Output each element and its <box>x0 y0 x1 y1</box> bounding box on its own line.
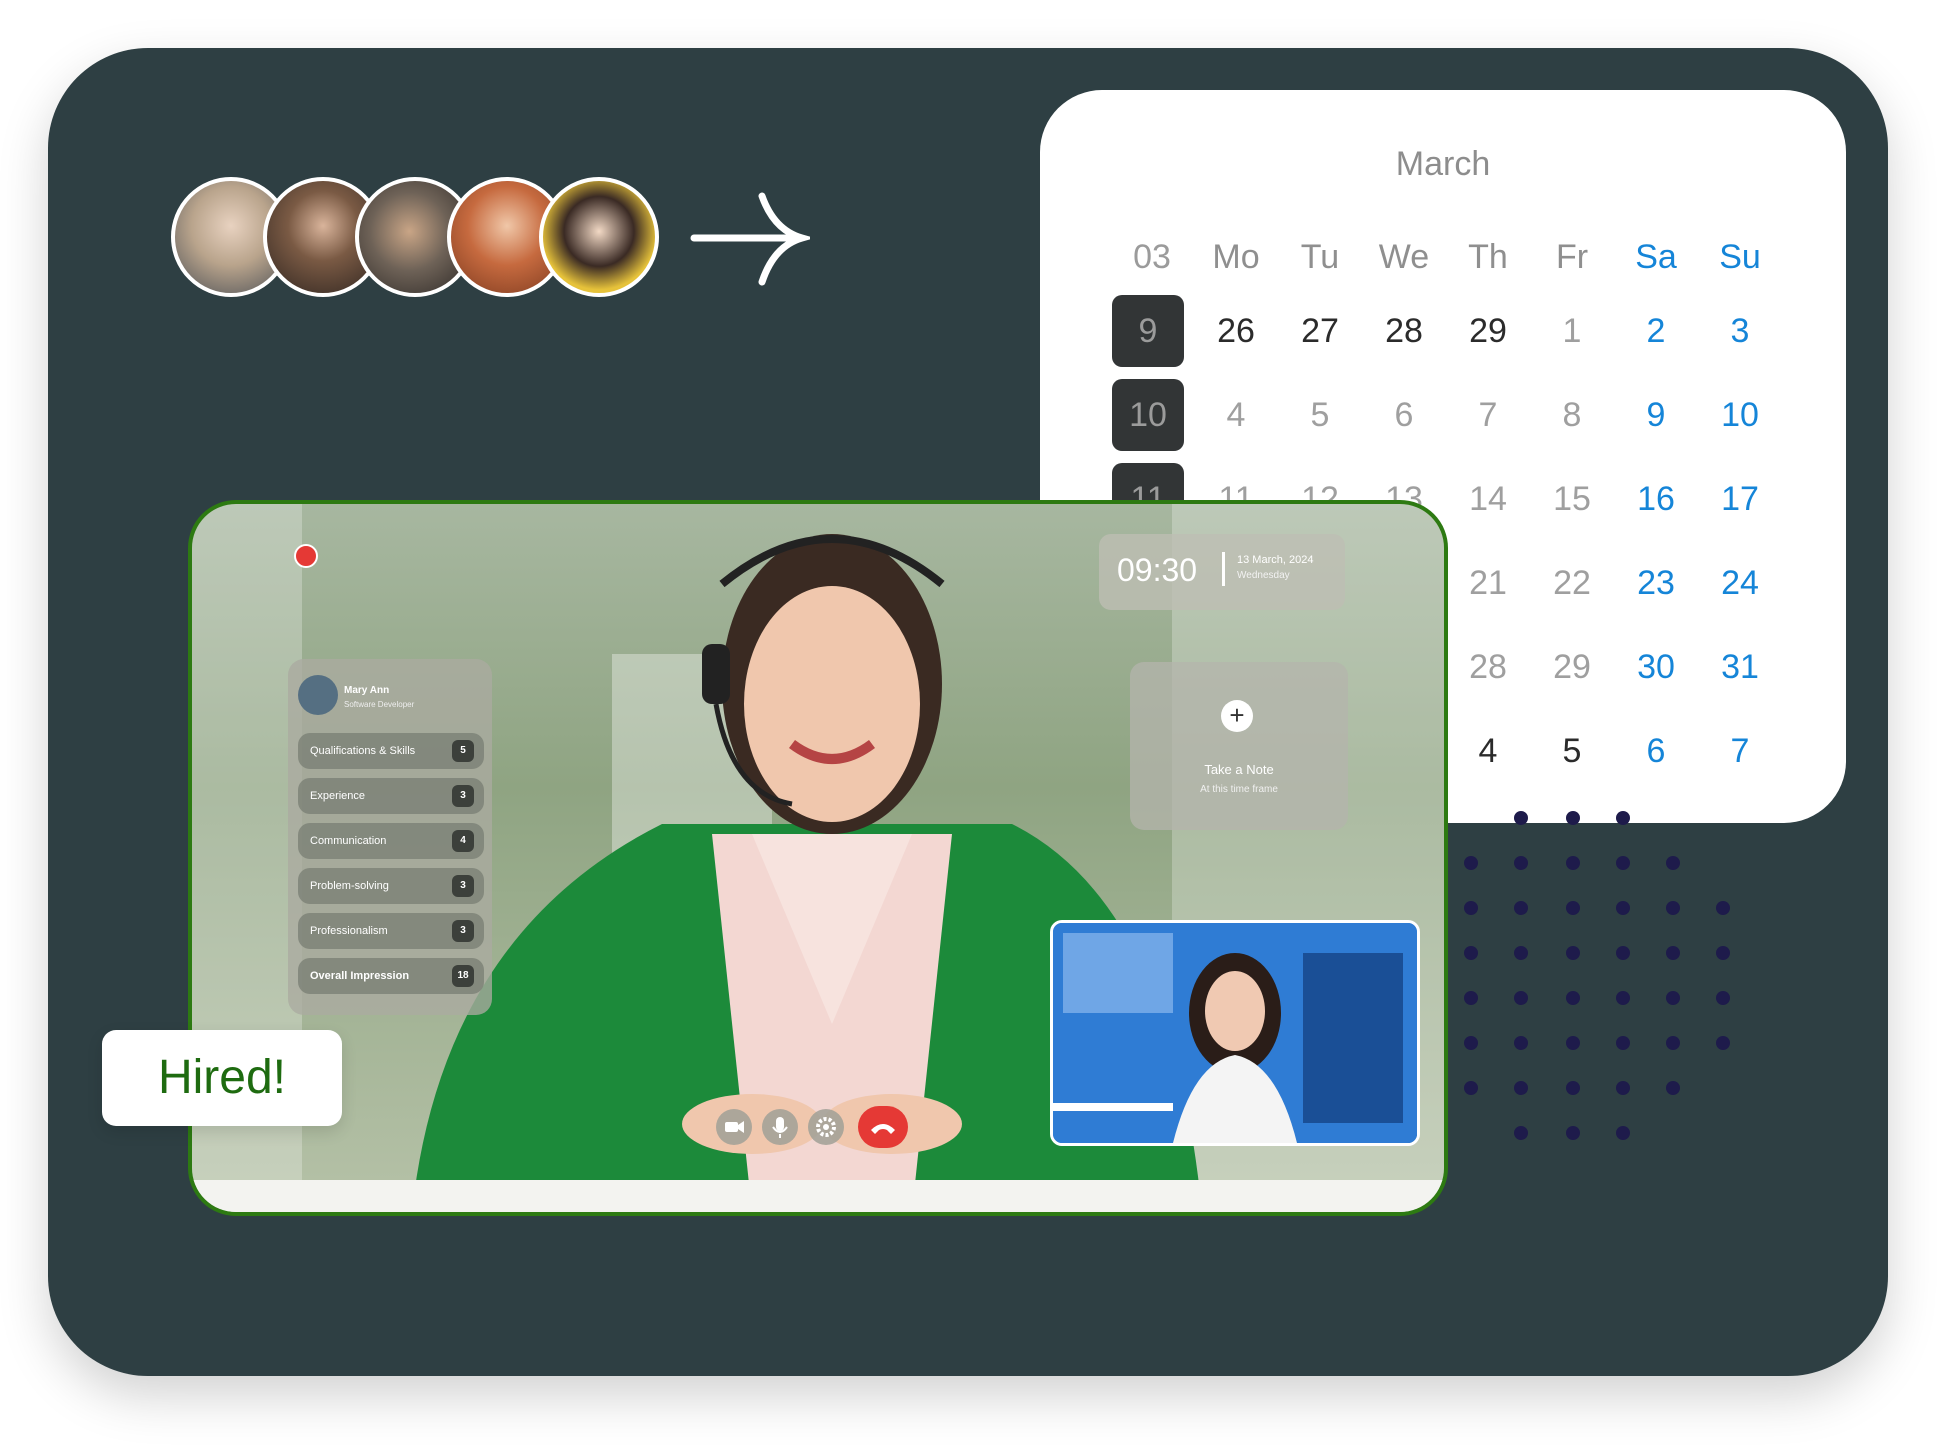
calendar-day[interactable]: 5 <box>1530 721 1614 781</box>
microphone-icon[interactable] <box>762 1109 798 1145</box>
time-separator <box>1222 552 1225 586</box>
day-header-su: Su <box>1719 238 1761 276</box>
calendar-day[interactable]: 7 <box>1446 385 1530 445</box>
note-title: Take a Note <box>1204 762 1274 777</box>
calendar-day[interactable]: 31 <box>1698 637 1782 697</box>
criterion-score: 3 <box>452 920 474 942</box>
criterion-experience[interactable]: Experience 3 <box>298 778 484 814</box>
day-header-sa: Sa <box>1635 238 1677 276</box>
take-note-card[interactable]: + Take a Note At this time frame <box>1130 662 1348 830</box>
calendar-day[interactable]: 29 <box>1530 637 1614 697</box>
plus-icon[interactable]: + <box>1221 700 1253 732</box>
week-header: 03 <box>1133 238 1171 276</box>
candidate-avatar <box>298 675 338 715</box>
criterion-label: Professionalism <box>310 925 388 937</box>
day-header-fr: Fr <box>1555 238 1589 276</box>
criterion-label: Problem-solving <box>310 880 389 892</box>
hired-text: Hired! <box>157 1051 287 1104</box>
criterion-professionalism[interactable]: Professionalism 3 <box>298 913 484 949</box>
calendar-day[interactable]: 6 <box>1614 721 1698 781</box>
calendar-day[interactable]: 21 <box>1446 553 1530 613</box>
calendar-day[interactable]: 23 <box>1614 553 1698 613</box>
candidate-role: Software Developer <box>344 700 415 709</box>
week-number[interactable]: 10 <box>1112 379 1184 451</box>
day-header-mo: Mo <box>1212 238 1260 276</box>
calendar-day[interactable]: 2 <box>1614 301 1698 361</box>
criterion-score: 3 <box>452 875 474 897</box>
calendar-day[interactable]: 4 <box>1194 385 1278 445</box>
day-header-th: Th <box>1468 238 1508 276</box>
time-widget: 09:30 13 March, 2024 Wednesday <box>1099 534 1345 610</box>
video-call: Mary Ann Software Developer Qualificatio… <box>188 500 1448 1216</box>
criterion-label: Experience <box>310 790 366 802</box>
calendar-day[interactable]: 16 <box>1614 469 1698 529</box>
hired-badge: Hired! <box>102 1030 342 1126</box>
week-number[interactable]: 9 <box>1112 295 1184 367</box>
evaluation-panel: Mary Ann Software Developer Qualificatio… <box>288 659 492 1015</box>
criterion-label: Communication <box>310 835 387 847</box>
calendar-day[interactable]: 22 <box>1530 553 1614 613</box>
candidate-video-pip[interactable] <box>1050 920 1420 1146</box>
calendar-day[interactable]: 24 <box>1698 553 1782 613</box>
day-header-tu: Tu <box>1300 238 1340 276</box>
criterion-label: Qualifications & Skills <box>310 745 416 757</box>
criterion-score: 4 <box>452 830 474 852</box>
note-subtitle: At this time frame <box>1200 784 1278 795</box>
calendar-day[interactable]: 3 <box>1698 301 1782 361</box>
calendar-day[interactable]: 30 <box>1614 637 1698 697</box>
calendar-day[interactable]: 14 <box>1446 469 1530 529</box>
calendar-day[interactable]: 28 <box>1362 301 1446 361</box>
avatar-5[interactable] <box>539 177 659 297</box>
calendar-day[interactable]: 4 <box>1446 721 1530 781</box>
criterion-score: 3 <box>452 785 474 807</box>
time-display: 09:30 <box>1117 552 1198 588</box>
calendar-month: March <box>1395 145 1491 183</box>
calendar-day[interactable]: 29 <box>1446 301 1530 361</box>
calendar-day[interactable]: 9 <box>1614 385 1698 445</box>
criterion-score: 18 <box>452 965 474 987</box>
calendar-day[interactable]: 1 <box>1530 301 1614 361</box>
criterion-communication[interactable]: Communication 4 <box>298 823 484 859</box>
calendar-day[interactable]: 7 <box>1698 721 1782 781</box>
candidate-video <box>1053 923 1417 1143</box>
candidate-name: Mary Ann <box>344 685 390 696</box>
calendar-day[interactable]: 17 <box>1698 469 1782 529</box>
weekday-display: Wednesday <box>1237 570 1290 581</box>
calendar-day[interactable]: 27 <box>1278 301 1362 361</box>
camera-icon[interactable] <box>716 1109 752 1145</box>
date-display: 13 March, 2024 <box>1237 554 1314 566</box>
criterion-label: Overall Impression <box>310 970 410 982</box>
recording-indicator <box>294 544 318 568</box>
criterion-overall[interactable]: Overall Impression 18 <box>298 958 484 994</box>
end-call-icon[interactable] <box>858 1106 908 1148</box>
calendar-day[interactable]: 10 <box>1698 385 1782 445</box>
criterion-problem-solving[interactable]: Problem-solving 3 <box>298 868 484 904</box>
calendar-day[interactable]: 5 <box>1278 385 1362 445</box>
calendar-day[interactable]: 28 <box>1446 637 1530 697</box>
calendar-day[interactable]: 8 <box>1530 385 1614 445</box>
calendar-day[interactable]: 26 <box>1194 301 1278 361</box>
criterion-score: 5 <box>452 740 474 762</box>
day-header-we: We <box>1378 238 1430 276</box>
calendar-day[interactable]: 15 <box>1530 469 1614 529</box>
calendar-day[interactable]: 6 <box>1362 385 1446 445</box>
arrow-right-icon[interactable] <box>690 190 810 290</box>
gear-icon[interactable] <box>808 1109 844 1145</box>
criterion-qualifications[interactable]: Qualifications & Skills 5 <box>298 733 484 769</box>
